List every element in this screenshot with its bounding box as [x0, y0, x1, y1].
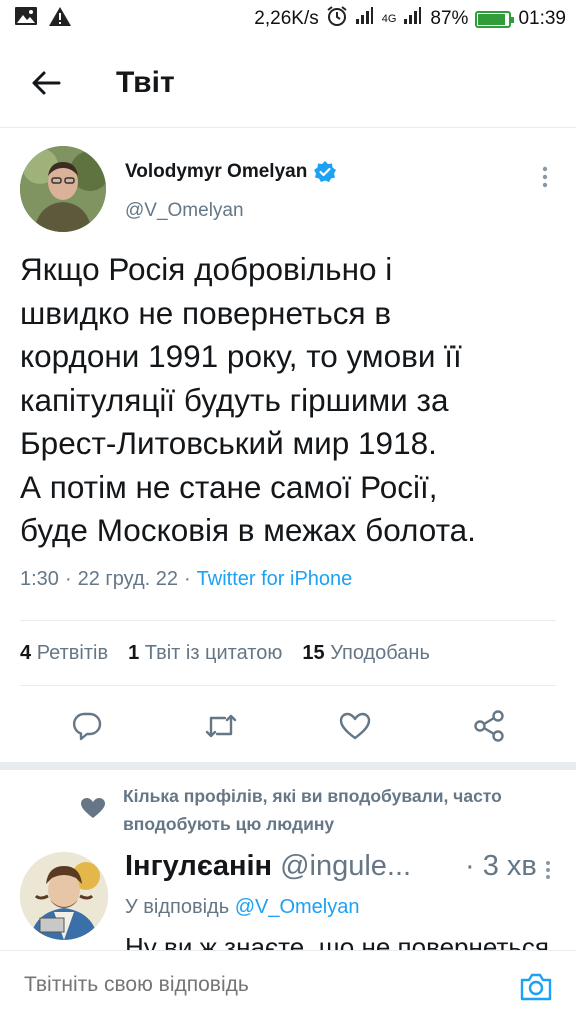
reply-more-button[interactable]: [536, 858, 560, 882]
reply-author-name[interactable]: Інгулєанін: [125, 850, 272, 883]
retweets-count: 4: [20, 641, 32, 664]
battery-icon: [475, 10, 515, 28]
tweet-text-line: Брест-Литовський мир 1918.: [20, 425, 437, 461]
reply-composer: [0, 950, 576, 1024]
more-vertical-icon: [546, 861, 550, 879]
reply-to-mention[interactable]: @V_Omelyan: [235, 896, 360, 918]
reply-avatar[interactable]: [20, 852, 108, 940]
tweet-text: Якщо Росія добровільно і швидко не повер…: [20, 248, 560, 553]
arrow-left-icon: [32, 71, 61, 94]
retweet-icon: [205, 714, 237, 738]
tweet-date: 22 груд. 22: [77, 568, 178, 590]
section-divider: [0, 762, 576, 770]
share-button[interactable]: [469, 706, 509, 746]
author-avatar[interactable]: [20, 146, 106, 232]
reply-tweet[interactable]: Інгулєанін @ingule... · 3 хв У відповідь…: [20, 850, 560, 950]
quotes-label: Твіт із цитатою: [144, 641, 283, 664]
tweet-text-line: буде Московія в межах болота.: [20, 512, 476, 548]
quotes-count: 1: [128, 641, 140, 664]
likes-stat[interactable]: 15 Уподобань: [302, 642, 430, 665]
social-context-text: Кілька профілів, які ви вподобували, час…: [123, 786, 502, 834]
reply-to-line: У відповідь @V_Omelyan: [125, 896, 359, 919]
likes-label: Уподобань: [330, 641, 430, 664]
tweet-text-line: А потім не стане самої Росії,: [20, 468, 438, 505]
separator-dot: ·: [64, 568, 72, 590]
reply-author-handle[interactable]: @ingule...: [280, 850, 411, 883]
likes-count: 15: [302, 641, 325, 664]
image-notification-icon: [14, 6, 38, 32]
author-handle: @V_Omelyan: [125, 200, 244, 221]
back-button[interactable]: [6, 38, 86, 128]
warning-icon: [48, 6, 72, 33]
alarm-icon: [326, 5, 348, 33]
reply-time: · 3 хв: [465, 850, 537, 882]
tweet-stats: 4 Ретвітів 1 Твіт із цитатою 15 Уподобан…: [20, 620, 556, 686]
tweet-time: 1:30: [20, 568, 59, 590]
social-context: Кілька профілів, які ви вподобували, час…: [0, 780, 576, 840]
author-name-row[interactable]: Volodymyr Omelyan: [125, 160, 337, 184]
retweet-button[interactable]: [201, 706, 241, 746]
heart-filled-icon: [81, 798, 105, 818]
reply-input[interactable]: [24, 973, 484, 997]
tweet-text-line: капітуляції будуть гіршими за: [20, 381, 449, 418]
retweets-stat[interactable]: 4 Ретвітів: [20, 642, 108, 665]
reply-to-prefix: У відповідь: [125, 896, 230, 918]
verified-badge-icon: [314, 161, 337, 182]
clock: 01:39: [518, 8, 566, 29]
tweet-text-line: кордони 1991 року, то умови її: [20, 338, 462, 374]
reply-text-preview: Ну ви ж знаєте, що не повернеться: [125, 932, 549, 950]
quotes-stat[interactable]: 1 Твіт із цитатою: [128, 642, 282, 665]
tweet-text-line: швидко не повернеться в: [20, 294, 392, 331]
tweet-source-link[interactable]: Twitter for iPhone: [197, 568, 353, 591]
separator-dot: ·: [183, 568, 191, 590]
status-bar: 2,26K/s 4G 87% 01:39: [0, 0, 576, 38]
reply-button[interactable]: [67, 706, 107, 746]
author-name: Volodymyr Omelyan: [125, 161, 308, 182]
battery-percent: 87%: [430, 8, 469, 29]
tweet-meta: 1:30 · 22 груд. 22 · Twitter for iPhone: [20, 568, 352, 591]
top-app-bar: Твіт: [0, 38, 576, 128]
camera-icon: [520, 973, 552, 1001]
heart-icon: [339, 712, 371, 740]
tweet-author: Volodymyr Omelyan @V_Omelyan: [20, 146, 560, 236]
tweet-more-button[interactable]: [530, 162, 560, 192]
network-speed: 2,26K/s: [254, 8, 319, 29]
more-vertical-icon: [542, 166, 548, 188]
camera-button[interactable]: [516, 967, 556, 1007]
signal-icon-2: [403, 7, 423, 31]
signal-icon: [355, 7, 375, 31]
reply-icon: [72, 712, 102, 741]
like-button[interactable]: [335, 706, 375, 746]
tweet-actions: [20, 690, 556, 762]
page-title: Твіт: [116, 65, 175, 99]
retweets-label: Ретвітів: [36, 641, 109, 664]
share-icon: [474, 710, 504, 742]
network-type: 4G: [381, 13, 397, 25]
tweet-text-line: Якщо Росія добровільно і: [20, 251, 393, 287]
reply-header: Інгулєанін @ingule...: [125, 850, 411, 883]
